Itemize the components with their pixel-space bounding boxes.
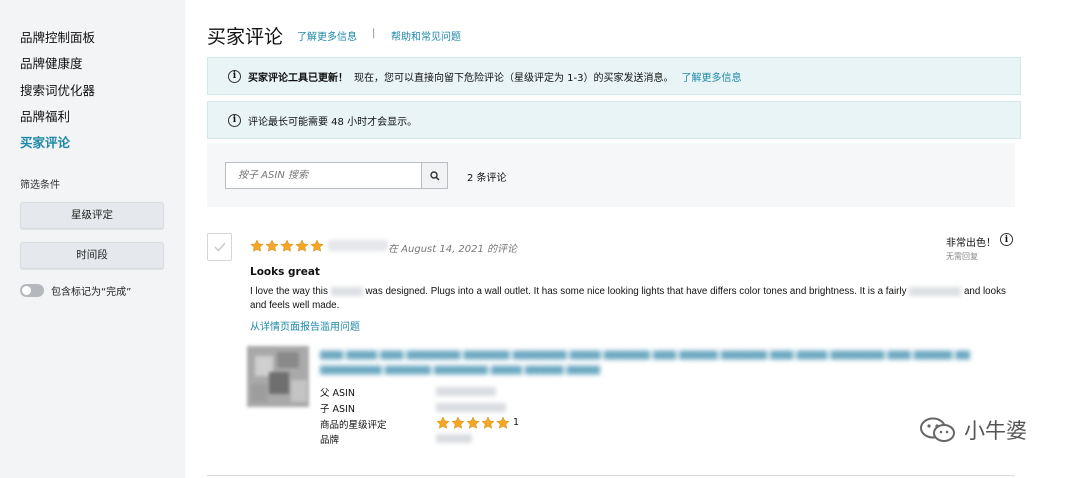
product-title-blurred: ▆▆▆ ▆▆▆▆ ▆▆▆ ▆▆▆▆▆▆▆ ▆▆▆▆▆▆ ▆▆▆▆▆▆▆ ▆▆▆▆…: [320, 349, 970, 360]
search-panel: 2 条评论: [207, 143, 1015, 207]
include-completed-row: 包含标记为“完成”: [20, 283, 131, 298]
alert-text: 评论最长可能需要 48 小时才会显示。: [248, 116, 418, 128]
star-icon: [481, 416, 495, 429]
alert-learn-more-link[interactable]: 了解更多信息: [682, 69, 742, 84]
include-completed-toggle[interactable]: [20, 284, 44, 297]
watermark-text: 小牛婆: [964, 419, 1027, 443]
product-star-rating: [436, 416, 511, 430]
child-asin-label: 子 ASIN: [320, 404, 355, 415]
child-asin-value-blurred: [436, 403, 506, 412]
divider: [207, 475, 1015, 476]
watermark: 小牛婆: [918, 415, 1027, 445]
wechat-logo-icon: [920, 417, 955, 442]
review-checkbox[interactable]: [207, 233, 232, 261]
sidebar: 品牌控制面板 品牌健康度 搜索词优化器 品牌福利 买家评论 筛选条件 星级评定 …: [0, 0, 185, 478]
review-body: I love the way this was designed. Plugs …: [250, 285, 1010, 313]
time-period-filter-button[interactable]: 时间段: [20, 242, 164, 269]
search-button[interactable]: [421, 162, 448, 189]
check-icon: [214, 242, 226, 252]
product-rating-label: 商品的星级评定: [320, 420, 387, 431]
update-alert: i 买家评论工具已更新！ 现在，您可以直接向留下危险评论（星级评定为 1-3）的…: [207, 57, 1021, 95]
info-icon[interactable]: i: [1000, 233, 1013, 246]
sidebar-item-search-optimizer[interactable]: 搜索词优化器: [20, 81, 95, 107]
learn-more-link[interactable]: 了解更多信息: [297, 28, 357, 43]
page-title: 买家评论: [207, 26, 284, 48]
toggle-knob: [22, 286, 31, 295]
reviewer-name-blurred: [328, 240, 388, 251]
delay-alert: i 评论最长可能需要 48 小时才会显示。: [207, 101, 1021, 139]
star-icon: [436, 416, 450, 429]
alert-text: 现在，您可以直接向留下危险评论（星级评定为 1-3）的买家发送消息。: [354, 72, 674, 84]
review-star-rating: [250, 239, 325, 253]
sidebar-item-brand-dashboard[interactable]: 品牌控制面板: [20, 28, 95, 54]
help-faq-link[interactable]: 帮助和常见问题: [391, 28, 461, 43]
star-icon: [250, 239, 264, 252]
brand-label: 品牌: [320, 435, 340, 446]
sidebar-item-brand-health[interactable]: 品牌健康度: [20, 54, 95, 80]
star-icon: [451, 416, 465, 429]
review-body-text: was designed. Plugs into a wall outlet. …: [365, 286, 907, 297]
report-abuse-link[interactable]: 从详情页面报告滥用问题: [250, 318, 360, 333]
product-rating-count: 1: [513, 417, 520, 428]
product-image-blurred: [247, 346, 309, 407]
star-icon: [496, 416, 510, 429]
review-date: 在 August 14, 2021 的评论: [388, 244, 518, 255]
info-icon: i: [228, 113, 241, 127]
alert-strong-text: 买家评论工具已更新！: [248, 72, 348, 84]
include-completed-label: 包含标记为“完成”: [51, 287, 132, 298]
sidebar-nav: 品牌控制面板 品牌健康度 搜索词优化器 品牌福利 买家评论: [20, 28, 95, 159]
rating-label: 非常出色！: [946, 238, 996, 249]
star-icon: [466, 416, 480, 429]
parent-asin-label: 父 ASIN: [320, 388, 355, 399]
reply-status: 无需回复: [946, 252, 978, 261]
product-title-blurred: ▆▆▆▆▆▆▆▆ ▆▆▆▆▆▆ ▆▆▆▆▆▆▆ ▆▆▆▆ ▆▆▆▆▆ ▆▆▆▆▆…: [320, 364, 600, 375]
search-icon: [430, 171, 440, 181]
filter-title: 筛选条件: [20, 180, 60, 191]
parent-asin-value-blurred: [436, 387, 496, 396]
star-icon: [280, 239, 294, 252]
star-icon: [265, 239, 279, 252]
asin-search-input[interactable]: [225, 162, 421, 189]
star-icon: [295, 239, 309, 252]
review-title: Looks great: [250, 266, 320, 278]
review-count: 2 条评论: [467, 173, 507, 184]
review-body-text: I love the way this: [250, 286, 328, 297]
blurred-text: [330, 286, 363, 296]
blurred-text: [909, 286, 962, 296]
sidebar-item-customer-reviews[interactable]: 买家评论: [20, 133, 95, 159]
star-icon: [310, 239, 324, 252]
brand-value-blurred: [436, 434, 472, 443]
header-separator: |: [372, 28, 376, 39]
info-icon: i: [228, 69, 241, 83]
sidebar-item-brand-benefits[interactable]: 品牌福利: [20, 107, 95, 133]
star-rating-filter-button[interactable]: 星级评定: [20, 202, 164, 229]
